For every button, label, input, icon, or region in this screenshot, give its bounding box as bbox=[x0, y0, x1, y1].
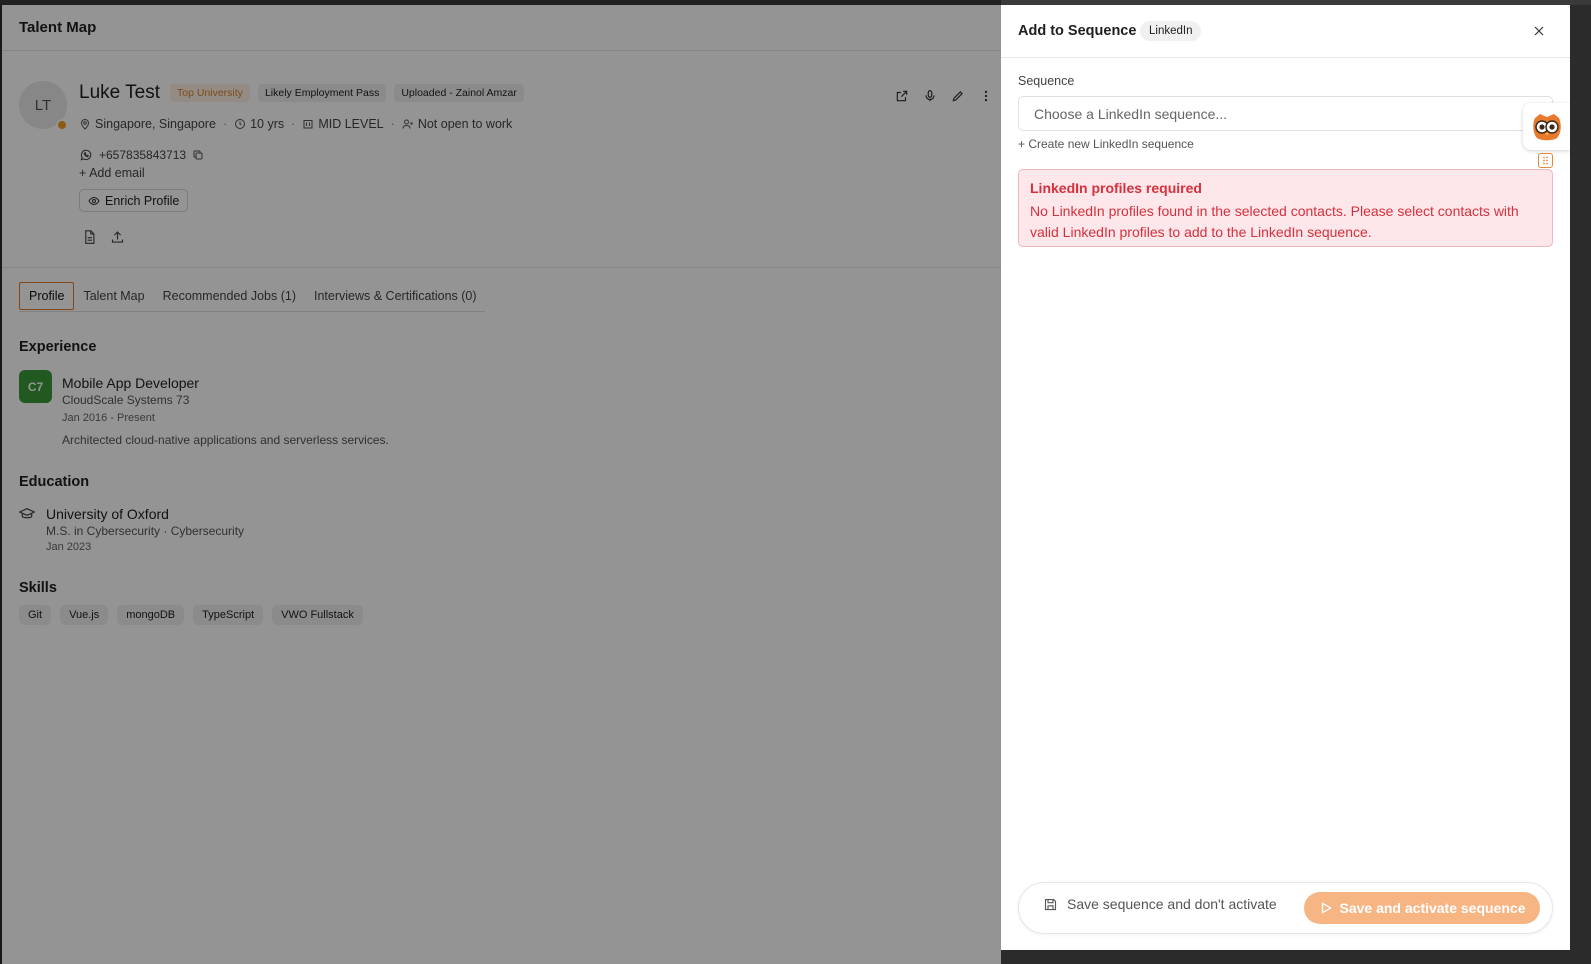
panel-title: Add to Sequence bbox=[1018, 23, 1137, 39]
owl-icon bbox=[1532, 113, 1561, 140]
save-and-activate-button[interactable]: Save and activate sequence bbox=[1304, 892, 1540, 924]
alert-message: No LinkedIn profiles found in the select… bbox=[1030, 203, 1519, 240]
play-icon bbox=[1321, 902, 1332, 914]
save-icon bbox=[1044, 898, 1057, 910]
panel-footer: Save sequence and don't activate Save an… bbox=[1018, 882, 1553, 934]
alert-title: LinkedIn profiles required bbox=[1030, 180, 1202, 196]
sequence-select-placeholder: Choose a LinkedIn sequence... bbox=[1034, 105, 1228, 122]
sequence-select[interactable]: Choose a LinkedIn sequence... bbox=[1018, 96, 1553, 131]
save-without-activate-button[interactable]: Save sequence and don't activate bbox=[1043, 896, 1277, 912]
save-and-activate-label: Save and activate sequence bbox=[1339, 900, 1526, 916]
close-button[interactable] bbox=[1531, 23, 1547, 39]
save-without-activate-label: Save sequence and don't activate bbox=[1067, 896, 1277, 912]
window-right-edge bbox=[1570, 5, 1591, 964]
modal-backdrop[interactable] bbox=[0, 0, 1001, 964]
close-icon bbox=[1534, 26, 1544, 36]
add-to-sequence-panel: Add to Sequence LinkedIn Sequence Choose… bbox=[1001, 5, 1570, 950]
channel-badge: LinkedIn bbox=[1140, 21, 1202, 41]
create-sequence-link[interactable]: + Create new LinkedIn sequence bbox=[1018, 137, 1194, 151]
assistant-widget-button[interactable] bbox=[1523, 103, 1570, 150]
panel-header: Add to Sequence LinkedIn bbox=[1001, 5, 1570, 58]
drag-handle-icon[interactable] bbox=[1538, 153, 1553, 168]
linkedin-required-alert: LinkedIn profiles required No LinkedIn p… bbox=[1018, 169, 1553, 247]
window-bottom-edge bbox=[1001, 950, 1591, 964]
sequence-field-label: Sequence bbox=[1018, 74, 1075, 88]
